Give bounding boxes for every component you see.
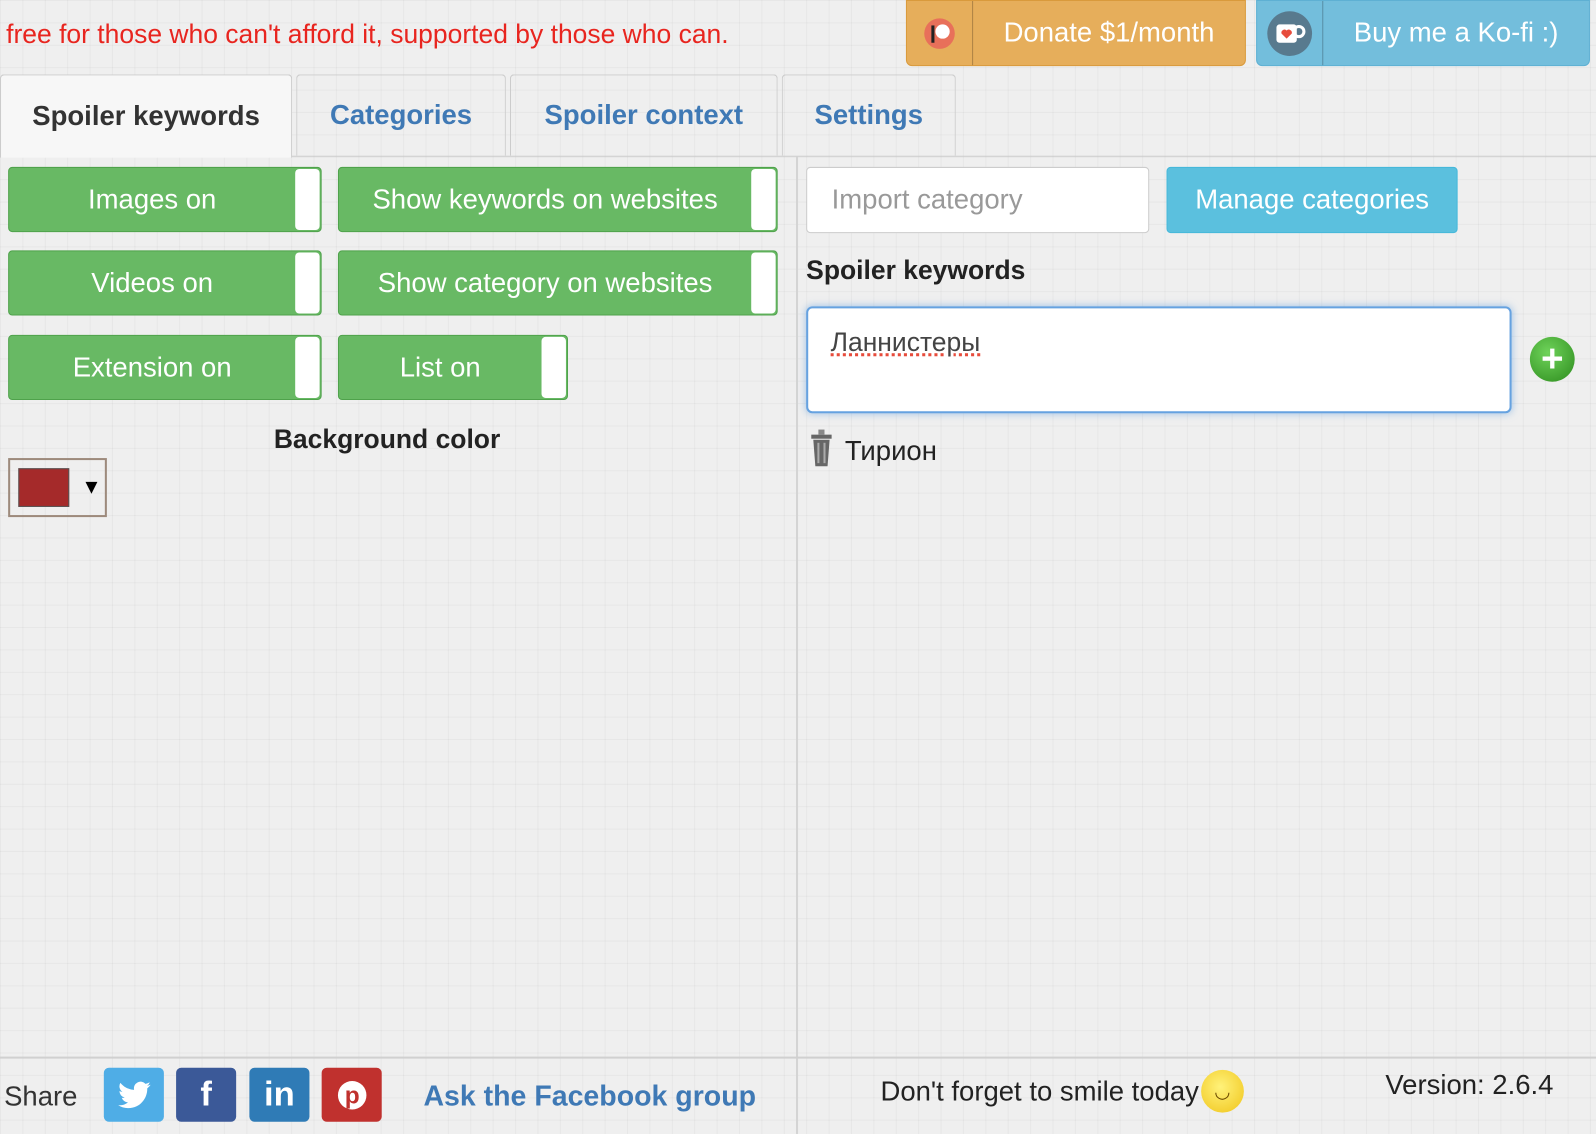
dropdown-arrow-icon: ▼ (81, 475, 102, 499)
toggle-label: Videos on (91, 267, 214, 298)
kofi-label: Buy me a Ko-fi :) (1353, 17, 1559, 48)
pinterest-icon[interactable]: p (321, 1067, 382, 1122)
trash-icon[interactable] (808, 428, 834, 476)
linkedin-icon[interactable]: in (249, 1067, 310, 1122)
add-keyword-icon[interactable]: + (1529, 336, 1575, 382)
keyword-item: Тирион (808, 428, 937, 476)
toggle-label: List on (399, 351, 481, 383)
keyword-text: Тирион (844, 435, 937, 467)
kofi-button[interactable]: Buy me a Ko-fi :) (1256, 0, 1590, 67)
tab-spoiler-context[interactable]: Spoiler context (509, 74, 778, 156)
keyword-input[interactable]: Ланнистеры (806, 306, 1512, 414)
share-label: Share (4, 1081, 78, 1112)
twitter-icon[interactable] (103, 1067, 164, 1122)
tagline: free for those who can't afford it, supp… (6, 18, 729, 49)
manage-categories-button[interactable]: Manage categories (1166, 166, 1458, 234)
toggle-knob (751, 168, 776, 231)
patreon-icon (907, 1, 974, 66)
color-swatch (18, 468, 70, 507)
import-category-input[interactable]: Import category (806, 166, 1150, 234)
footer-divider (0, 1056, 1596, 1059)
keyword-input-text: Ланнистеры (830, 326, 981, 358)
toggle-knob (751, 252, 776, 314)
background-color-picker[interactable]: ▼ (8, 458, 107, 518)
toggle-label: Extension on (72, 351, 232, 383)
tab-categories[interactable]: Categories (296, 74, 506, 156)
toggle-label: Show keywords on websites (372, 183, 718, 215)
toggle-knob (295, 252, 320, 314)
videos-toggle[interactable]: Videos on (8, 250, 322, 316)
toggle-label: Images on (88, 183, 217, 215)
spoiler-keywords-label: Spoiler keywords (806, 254, 1026, 286)
svg-text:p: p (344, 1082, 359, 1109)
background-color-label: Background color (273, 423, 501, 454)
toggle-knob (295, 168, 320, 231)
toggle-knob (541, 336, 566, 398)
donate-button[interactable]: Donate $1/month (905, 0, 1246, 67)
extension-toggle[interactable]: Extension on (8, 334, 322, 401)
panel-divider (795, 156, 799, 1134)
facebook-group-link[interactable]: Ask the Facebook group (423, 1080, 756, 1113)
donate-label: Donate $1/month (1003, 17, 1215, 48)
show-category-toggle[interactable]: Show category on websites (337, 250, 778, 316)
tab-settings[interactable]: Settings (781, 74, 956, 156)
show-keywords-toggle[interactable]: Show keywords on websites (337, 166, 778, 233)
smile-message: Don't forget to smile today ◡ (880, 1069, 1244, 1113)
facebook-icon[interactable]: f (176, 1067, 237, 1122)
smile-text: Don't forget to smile today (880, 1075, 1199, 1106)
kofi-cup-icon (1257, 1, 1324, 66)
list-toggle[interactable]: List on (337, 334, 568, 401)
toggle-knob (295, 336, 320, 398)
version-label: Version: 2.6.4 (1385, 1069, 1554, 1101)
smiley-icon: ◡ (1200, 1069, 1244, 1113)
images-toggle[interactable]: Images on (8, 166, 322, 233)
toggle-label: Show category on websites (377, 267, 713, 298)
tab-spoiler-keywords[interactable]: Spoiler keywords (0, 74, 293, 158)
